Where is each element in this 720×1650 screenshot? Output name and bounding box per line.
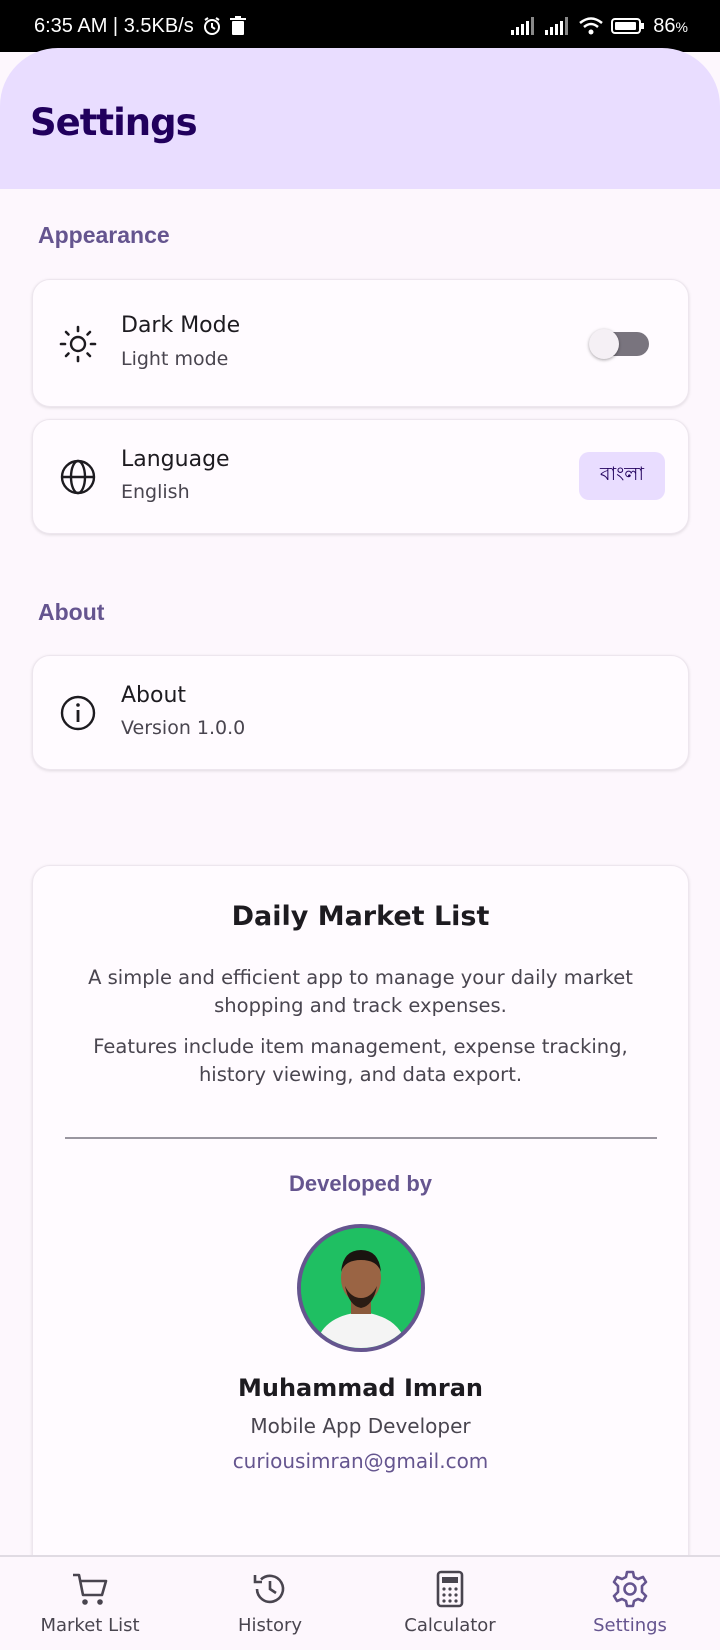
status-bar: 6:35 AM | 3.5KB/s 86%	[0, 0, 720, 52]
battery-icon	[611, 18, 645, 34]
cart-icon	[73, 1573, 108, 1605]
info-icon	[60, 695, 96, 731]
about-version: Version 1.0.0	[121, 717, 246, 739]
signal-icon-2	[545, 17, 569, 35]
nav-market-list[interactable]: Market List	[0, 1557, 180, 1650]
developed-by-label: Developed by	[288, 1171, 433, 1196]
developer-name: Muhammad Imran	[237, 1374, 484, 1402]
app-description: A simple and efficient app to manage you…	[88, 966, 633, 1017]
developer-role: Mobile App Developer	[250, 1414, 471, 1438]
app-name: Daily Market List	[231, 901, 490, 932]
toggle-knob	[589, 329, 619, 359]
status-right: 86%	[511, 15, 688, 38]
language-switch-button[interactable]: বাংলা	[579, 452, 665, 500]
language-title: Language	[121, 447, 230, 472]
bottom-nav: Market List History Calculator Settings	[0, 1555, 720, 1650]
nav-label-market-list: Market List	[40, 1615, 140, 1636]
status-time-speed: 6:35 AM | 3.5KB/s	[34, 14, 194, 37]
nav-label-settings: Settings	[593, 1615, 667, 1636]
trash-icon	[229, 16, 246, 35]
status-left: 6:35 AM | 3.5KB/s	[34, 15, 246, 38]
globe-icon	[60, 459, 96, 495]
battery-percent: 86	[653, 14, 676, 37]
nav-label-calculator: Calculator	[404, 1615, 496, 1636]
dark-mode-toggle[interactable]	[589, 329, 649, 359]
appearance-section-title: Appearance	[38, 222, 170, 248]
sun-icon	[59, 325, 97, 363]
calculator-icon	[436, 1570, 464, 1608]
header: Settings	[0, 48, 720, 189]
nav-label-history: History	[237, 1615, 303, 1636]
developer-avatar	[297, 1224, 425, 1352]
signal-icon	[511, 17, 535, 35]
wifi-icon	[579, 17, 604, 35]
battery-level: 86%	[653, 15, 688, 38]
gear-icon	[612, 1570, 648, 1608]
page-title: Settings	[30, 101, 198, 144]
language-subtitle: English	[121, 481, 190, 503]
about-title: About	[121, 683, 187, 708]
alarm-icon	[203, 17, 220, 35]
nav-history[interactable]: History	[180, 1557, 360, 1650]
developer-email-link[interactable]: curiousimran@gmail.com	[33, 1449, 688, 1473]
dark-mode-title: Dark Mode	[121, 313, 241, 338]
nav-settings[interactable]: Settings	[540, 1557, 720, 1650]
developer-photo	[301, 1228, 421, 1348]
about-row[interactable]: About Version 1.0.0	[32, 655, 689, 770]
divider	[65, 1137, 657, 1139]
percent-sign: %	[675, 18, 688, 35]
nav-calculator[interactable]: Calculator	[360, 1557, 540, 1650]
dark-mode-subtitle: Light mode	[121, 348, 229, 370]
language-row[interactable]: Language English বাংলা	[32, 419, 689, 534]
dark-mode-row[interactable]: Dark Mode Light mode	[32, 279, 689, 407]
app-features: Features include item management, expens…	[93, 1035, 628, 1086]
app-info-card: Daily Market List A simple and efficient…	[32, 865, 689, 1565]
history-icon	[253, 1574, 285, 1604]
about-section-title: About	[38, 599, 105, 625]
